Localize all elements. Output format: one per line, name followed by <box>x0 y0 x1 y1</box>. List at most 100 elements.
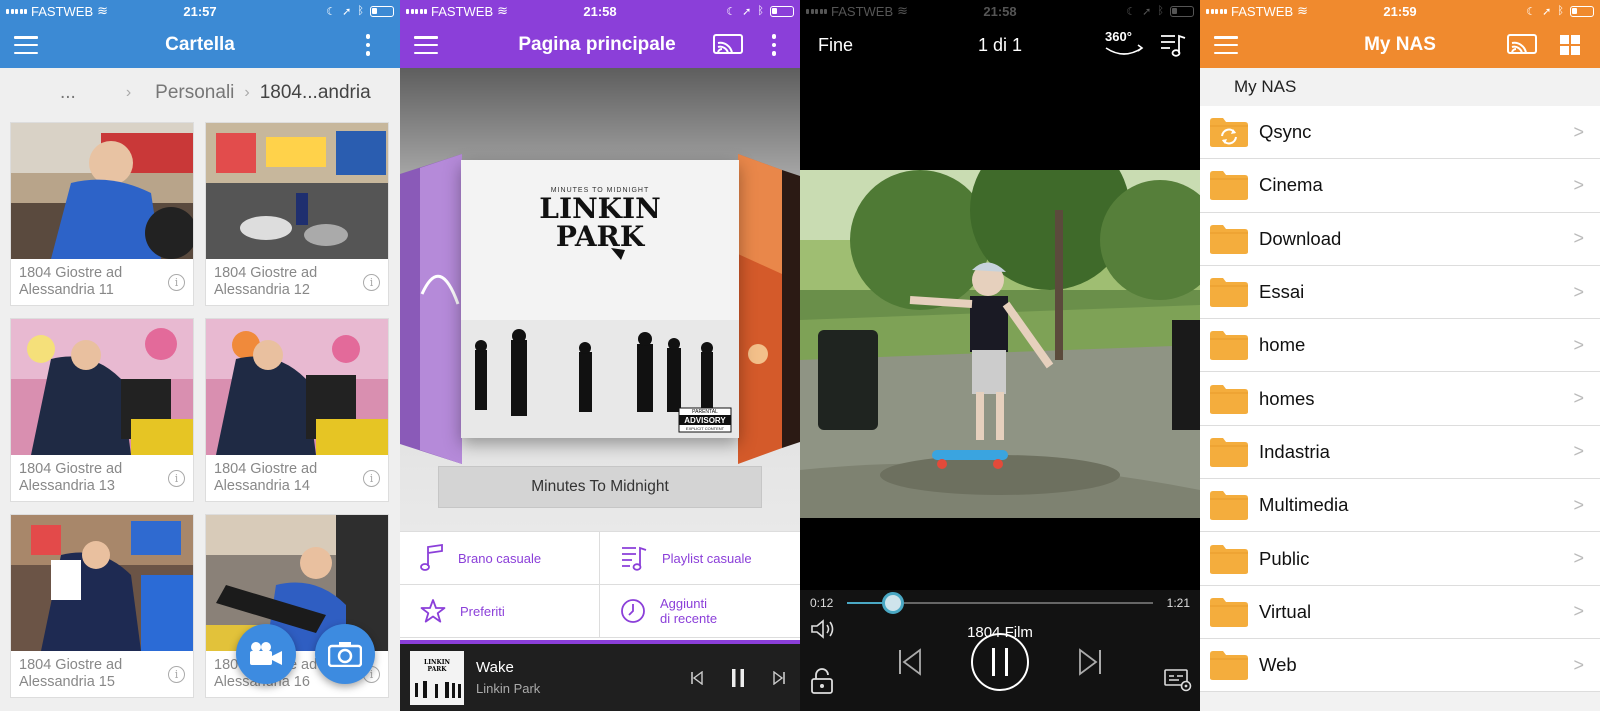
nav-bar: Fine 1 di 1 360° <box>800 22 1200 68</box>
grid-view-button[interactable] <box>1548 22 1592 68</box>
now-playing-artwork[interactable]: LINKIN PARK <box>410 650 464 705</box>
folder-name: Cinema <box>1259 174 1323 196</box>
chevron-right-icon: > <box>1573 654 1584 675</box>
photo-tile[interactable]: 1804 Giostre ad Alessandria 12 i <box>205 122 389 306</box>
folder-name: Essai <box>1259 281 1305 303</box>
folder-icon <box>1209 543 1249 575</box>
seek-handle[interactable] <box>881 592 904 614</box>
folder-item[interactable]: Essai > <box>1200 266 1600 320</box>
done-button[interactable]: Fine <box>800 35 853 56</box>
now-playing-artist: Linkin Park <box>476 681 541 696</box>
folder-icon <box>1209 436 1249 468</box>
360-label: 360° <box>1105 29 1132 44</box>
folder-item[interactable]: Multimedia > <box>1200 479 1600 533</box>
next-track-icon[interactable] <box>772 670 786 685</box>
photo-thumbnail[interactable] <box>11 515 193 651</box>
folder-item[interactable]: homes > <box>1200 372 1600 426</box>
folder-item[interactable]: Indastria > <box>1200 426 1600 480</box>
info-icon[interactable]: i <box>168 273 185 291</box>
record-video-button[interactable] <box>236 624 296 684</box>
photo-thumbnail[interactable] <box>206 319 388 455</box>
info-icon[interactable]: i <box>168 469 185 487</box>
volume-icon[interactable] <box>810 618 838 640</box>
previous-track-icon[interactable] <box>690 670 704 685</box>
more-options-button[interactable] <box>342 22 394 68</box>
chevron-right-icon: > <box>1573 174 1584 195</box>
cast-button[interactable] <box>1496 22 1548 68</box>
photo-thumbnail[interactable] <box>11 123 193 259</box>
folder-item[interactable]: Qsync > <box>1200 106 1600 160</box>
album-title[interactable]: Minutes To Midnight <box>438 466 762 508</box>
next-track-icon[interactable] <box>1078 648 1102 676</box>
folder-item[interactable]: Cinema > <box>1200 159 1600 213</box>
pause-icon[interactable] <box>730 668 746 688</box>
more-options-button[interactable] <box>754 22 794 68</box>
photo-tile[interactable]: 1804 Giostre ad Alessandria 14 i <box>205 318 389 502</box>
info-icon[interactable]: i <box>168 665 185 683</box>
folder-item[interactable]: Download > <box>1200 213 1600 266</box>
photo-tile[interactable]: 1804 Giostre ad Alessandria 11 i <box>10 122 194 306</box>
random-playlist-button[interactable]: Playlist casuale <box>600 532 800 585</box>
photo-title-line1: 1804 Giostre ad <box>19 461 123 477</box>
section-header: My NAS <box>1200 68 1600 106</box>
previous-track-icon[interactable] <box>898 648 922 676</box>
recently-added-button[interactable]: Aggiunti di recente <box>600 585 800 638</box>
nav-bar: Pagina principale <box>400 22 800 68</box>
folder-list: Qsync > Cinema > Download > Essai > home > homes > I… <box>1200 106 1600 693</box>
breadcrumb-current: 1804...andria <box>259 82 371 103</box>
cast-button[interactable] <box>702 22 754 68</box>
advisory-line1: PARENTAL <box>692 409 718 415</box>
photo-thumbnail[interactable] <box>11 319 193 455</box>
lock-icon[interactable] <box>810 668 834 694</box>
favorites-button[interactable]: Preferiti <box>400 585 600 638</box>
folder-name: Web <box>1259 654 1297 676</box>
folder-item[interactable]: Virtual > <box>1200 586 1600 639</box>
hamburger-icon <box>14 36 38 54</box>
album-cover-right[interactable] <box>738 154 800 464</box>
breadcrumb-personali[interactable]: Personali <box>149 82 240 104</box>
hamburger-icon <box>414 36 438 54</box>
subtitle-settings-icon[interactable] <box>1164 668 1192 692</box>
album-coverflow[interactable]: MINUTES TO MIDNIGHT LINKIN PARK PARENTAL… <box>400 68 800 531</box>
video-frame[interactable] <box>800 170 1200 518</box>
menu-button[interactable] <box>0 22 52 68</box>
battery-icon <box>370 5 394 17</box>
breadcrumb-root[interactable]: ... <box>54 82 82 104</box>
photo-tile[interactable]: 1804 Giostre ad Alessandria 13 i <box>10 318 194 502</box>
photo-thumbnail[interactable] <box>206 123 388 259</box>
nas-browser-panel: FASTWEB ≋ 21:59 ☾ ➚ ᛒ My NAS My NAS Qsync > C… <box>1200 0 1600 711</box>
mini-player[interactable]: LINKIN PARK Wake Linkin Park <box>400 640 800 711</box>
folder-item[interactable]: Public > <box>1200 532 1600 586</box>
photo-title-line1: 1804 Giostre ad <box>214 461 318 477</box>
album-cover[interactable]: MINUTES TO MIDNIGHT LINKIN PARK PARENTAL… <box>461 160 739 438</box>
folder-item[interactable]: home > <box>1200 319 1600 373</box>
menu-button[interactable] <box>400 22 452 68</box>
clock: 21:58 <box>583 3 617 19</box>
shortcut-label: Preferiti <box>460 603 505 619</box>
photo-tile[interactable]: 1804 Giostre ad Alessandria 15 i <box>10 514 194 698</box>
folder-name: Public <box>1259 547 1310 569</box>
folder-item[interactable]: Web > <box>1200 639 1600 693</box>
now-playing-song: Wake <box>476 659 514 676</box>
info-icon[interactable]: i <box>363 469 380 487</box>
360-view-button[interactable]: 360° <box>1102 29 1146 58</box>
random-track-button[interactable]: Brano casuale <box>400 532 600 585</box>
playlist-icon[interactable] <box>1160 33 1186 57</box>
menu-button[interactable] <box>1200 22 1252 68</box>
album-cover-left[interactable] <box>400 154 462 464</box>
play-pause-button[interactable] <box>971 633 1029 691</box>
duration: 1:21 <box>1166 596 1190 610</box>
folder-name: Qsync <box>1259 121 1312 143</box>
breadcrumb: ... › Personali › 1804...andria <box>0 68 400 118</box>
shortcut-label-line2: di recente <box>660 611 718 626</box>
advisory-line3: EXPLICIT CONTENT <box>686 426 725 431</box>
battery-icon <box>1570 5 1594 17</box>
grid-view-icon <box>1560 35 1580 55</box>
progress-track[interactable] <box>847 592 1153 614</box>
video-player-panel: FASTWEB ≋ 21:58 ☾ ➚ ᛒ Fine 1 di 1 360° 0… <box>800 0 1200 711</box>
photo-title-line2: Alessandria 11 <box>19 282 114 298</box>
folder-icon <box>1209 223 1249 255</box>
take-photo-button[interactable] <box>315 624 375 684</box>
shortcut-grid: Brano casuale Playlist casuale Preferiti… <box>400 531 800 638</box>
info-icon[interactable]: i <box>363 273 380 291</box>
